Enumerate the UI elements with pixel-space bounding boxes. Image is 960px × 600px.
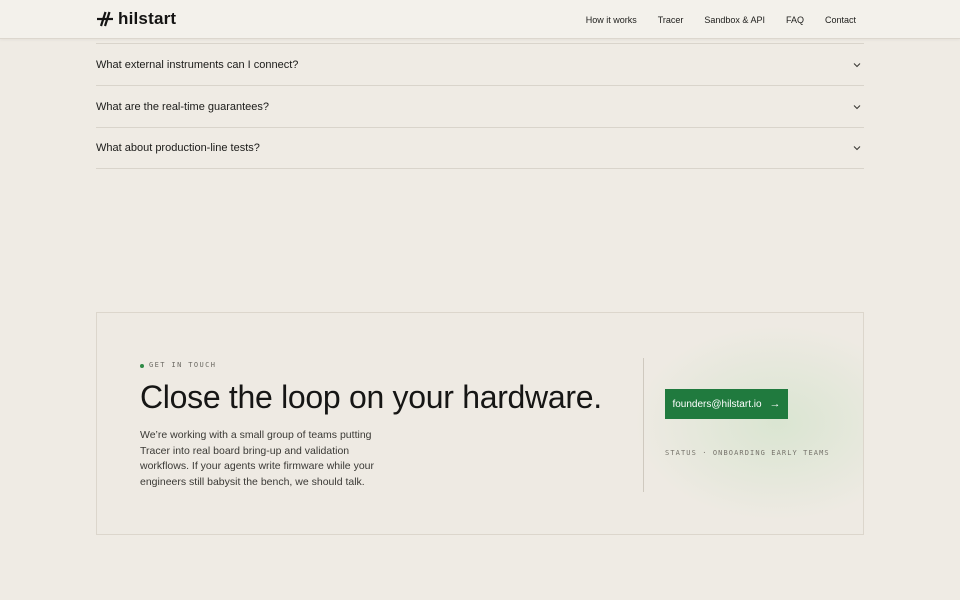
faq-item-production-line[interactable]: What about production-line tests? bbox=[96, 127, 864, 169]
chevron-down-icon bbox=[853, 62, 861, 67]
nav-link-sandbox-api[interactable]: Sandbox & API bbox=[704, 14, 765, 26]
vertical-divider bbox=[643, 358, 644, 492]
chevron-down-icon bbox=[853, 146, 861, 151]
faq-list: What external instruments can I connect?… bbox=[96, 43, 864, 169]
status-text: STATUS · ONBOARDING EARLY TEAMS bbox=[665, 449, 830, 457]
nav-link-tracer[interactable]: Tracer bbox=[658, 14, 684, 26]
faq-item-instruments[interactable]: What external instruments can I connect? bbox=[96, 43, 864, 85]
arrow-right-icon: → bbox=[769, 398, 781, 410]
faq-item-real-time[interactable]: What are the real-time guarantees? bbox=[96, 85, 864, 127]
nav-link-faq[interactable]: FAQ bbox=[786, 14, 804, 26]
status-dot bbox=[140, 363, 144, 368]
chevron-down-icon bbox=[853, 104, 861, 109]
nav-link-contact[interactable]: Contact bbox=[825, 14, 856, 26]
faq-question: What external instruments can I connect? bbox=[96, 58, 299, 71]
faq-question: What about production-line tests? bbox=[96, 142, 260, 154]
eyebrow: GET IN TOUCH bbox=[140, 361, 216, 370]
site-header: hilstart How it works Tracer Sandbox & A… bbox=[0, 0, 960, 39]
logo-text: hilstart bbox=[118, 9, 177, 28]
faq-question: What are the real-time guarantees? bbox=[96, 100, 270, 113]
logo[interactable]: hilstart bbox=[96, 9, 176, 29]
contact-description: We’re working with a small group of team… bbox=[140, 429, 374, 489]
email-founders-button[interactable]: founders@hilstart.io → bbox=[665, 389, 788, 419]
slash-mark-icon bbox=[97, 11, 113, 27]
contact-card: GET IN TOUCH Close the loop on your hard… bbox=[96, 312, 864, 535]
main-nav: How it works Tracer Sandbox & API FAQ Co… bbox=[586, 0, 856, 39]
email-label: founders@hilstart.io bbox=[672, 398, 762, 410]
eyebrow-label: GET IN TOUCH bbox=[149, 361, 217, 369]
nav-link-how-it-works[interactable]: How it works bbox=[586, 14, 637, 26]
contact-title: Close the loop on your hardware. bbox=[140, 379, 602, 415]
